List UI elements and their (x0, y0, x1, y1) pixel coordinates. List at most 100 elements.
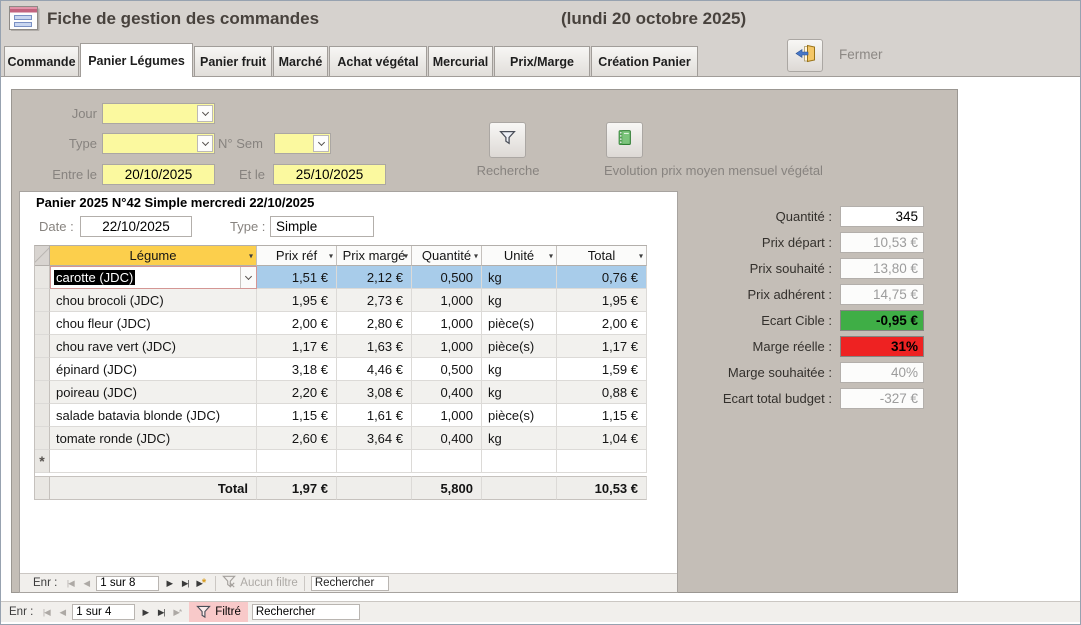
previous-record-button[interactable]: ◀ (78, 578, 94, 589)
column-header-legume[interactable]: Légume▾ (50, 246, 257, 266)
datasheet-corner-cell[interactable] (35, 246, 50, 266)
cell-legume[interactable]: chou fleur (JDC) (50, 312, 257, 335)
new-record-button[interactable]: ▶* (169, 607, 185, 618)
last-record-button[interactable]: ▶| (177, 578, 193, 589)
cell-quantite[interactable]: 0,500 (412, 358, 482, 381)
new-record-button[interactable]: ▶* (193, 577, 209, 589)
cell-prix-marge[interactable]: 1,61 € (337, 404, 412, 427)
column-header-quantite[interactable]: Quantité▾ (412, 246, 482, 266)
tab-cr-ation-panier[interactable]: Création Panier (591, 46, 698, 76)
row-selector[interactable] (35, 427, 50, 450)
date-input[interactable] (80, 216, 192, 237)
tab-commande[interactable]: Commande (4, 46, 79, 76)
chevron-down-icon[interactable] (313, 135, 329, 152)
row-selector[interactable] (35, 335, 50, 358)
cell-quantite[interactable]: 0,400 (412, 427, 482, 450)
cell-unite[interactable]: kg (482, 427, 557, 450)
cell-unite[interactable]: kg (482, 289, 557, 312)
cell-prix-marge[interactable]: 3,64 € (337, 427, 412, 450)
cell-quantite[interactable]: 1,000 (412, 289, 482, 312)
cell-total[interactable]: 1,04 € (557, 427, 647, 450)
subform-search-input[interactable] (311, 576, 389, 591)
cell-quantite[interactable] (412, 450, 482, 473)
column-dropdown-icon[interactable]: ▾ (329, 251, 333, 260)
new-record-selector[interactable]: * (35, 450, 50, 473)
cell-prix-marge[interactable]: 2,12 € (337, 266, 412, 289)
cell-legume[interactable] (50, 450, 257, 473)
cell-quantite[interactable]: 1,000 (412, 312, 482, 335)
column-dropdown-icon[interactable]: ▾ (549, 251, 553, 260)
tab-achat-v-g-tal[interactable]: Achat végétal (329, 46, 427, 76)
cell-quantite[interactable]: 1,000 (412, 335, 482, 358)
cell-unite[interactable]: kg (482, 358, 557, 381)
record-position-box[interactable] (72, 604, 135, 620)
row-selector[interactable] (35, 312, 50, 335)
cell-unite[interactable]: kg (482, 381, 557, 404)
row-selector[interactable] (35, 381, 50, 404)
cell-prix-ref[interactable]: 1,95 € (257, 289, 337, 312)
cell-unite[interactable]: pièce(s) (482, 312, 557, 335)
chevron-down-icon[interactable] (197, 105, 213, 122)
column-header-unite[interactable]: Unité▾ (482, 246, 557, 266)
cell-prix-marge[interactable]: 3,08 € (337, 381, 412, 404)
previous-record-button[interactable]: ◀ (54, 607, 70, 618)
panier-type-input[interactable] (270, 216, 374, 237)
cell-quantite[interactable]: 0,400 (412, 381, 482, 404)
tab-prix-marge[interactable]: Prix/Marge (494, 46, 590, 76)
cell-total[interactable] (557, 450, 647, 473)
cell-prix-ref[interactable] (257, 450, 337, 473)
cell-prix-ref[interactable]: 2,00 € (257, 312, 337, 335)
row-selector[interactable] (35, 289, 50, 312)
cell-legume[interactable]: tomate ronde (JDC) (50, 427, 257, 450)
cell-prix-ref[interactable]: 1,17 € (257, 335, 337, 358)
column-header-prix-marge[interactable]: Prix margé▾ (337, 246, 412, 266)
record-position-box[interactable] (96, 576, 159, 591)
cell-prix-marge[interactable]: 2,73 € (337, 289, 412, 312)
chevron-down-icon[interactable] (197, 135, 213, 152)
row-selector[interactable] (35, 266, 50, 289)
tab-mercurial[interactable]: Mercurial (428, 46, 493, 76)
close-button[interactable] (787, 39, 823, 72)
tab-panier-fruit[interactable]: Panier fruit (194, 46, 272, 76)
tab-panier-l-gumes[interactable]: Panier Légumes (80, 43, 193, 77)
next-record-button[interactable]: ▶ (161, 578, 177, 589)
cell-unite[interactable] (482, 450, 557, 473)
cell-prix-marge[interactable]: 1,63 € (337, 335, 412, 358)
column-dropdown-icon[interactable]: ▾ (404, 251, 408, 260)
search-button[interactable] (489, 122, 526, 158)
first-record-button[interactable]: |◀ (38, 607, 54, 618)
cell-quantite[interactable]: 0,500 (412, 266, 482, 289)
evolution-button[interactable] (606, 122, 643, 158)
cell-unite[interactable]: kg (482, 266, 557, 289)
cell-legume[interactable]: épinard (JDC) (50, 358, 257, 381)
jour-combo[interactable] (102, 103, 215, 124)
cell-prix-ref[interactable]: 2,60 € (257, 427, 337, 450)
legume-combo[interactable]: carotte (JDC) (50, 266, 257, 289)
sem-combo[interactable] (274, 133, 331, 154)
cell-prix-ref[interactable]: 1,15 € (257, 404, 337, 427)
cell-prix-ref[interactable]: 2,20 € (257, 381, 337, 404)
type-combo[interactable] (102, 133, 215, 154)
cell-legume[interactable]: salade batavia blonde (JDC) (50, 404, 257, 427)
cell-quantite[interactable]: 1,000 (412, 404, 482, 427)
et-le-input[interactable] (273, 164, 386, 185)
new-record-row[interactable]: * (35, 450, 647, 473)
column-dropdown-icon[interactable]: ▾ (249, 251, 253, 260)
filtered-button[interactable]: Filtré (189, 602, 248, 622)
cell-legume[interactable]: poireau (JDC) (50, 381, 257, 404)
cell-legume[interactable]: chou rave vert (JDC) (50, 335, 257, 358)
tab-march-[interactable]: Marché (273, 46, 328, 76)
no-filter-button[interactable]: Aucun filtre (240, 577, 298, 589)
last-record-button[interactable]: ▶| (153, 607, 169, 618)
cell-prix-ref[interactable]: 3,18 € (257, 358, 337, 381)
entre-le-input[interactable] (102, 164, 215, 185)
main-search-input[interactable] (252, 604, 360, 620)
cell-prix-ref[interactable]: 1,51 € (257, 266, 337, 289)
next-record-button[interactable]: ▶ (137, 607, 153, 618)
cell-prix-marge[interactable] (337, 450, 412, 473)
quantite-value[interactable]: 345 (840, 206, 924, 227)
cell-unite[interactable]: pièce(s) (482, 404, 557, 427)
cell-unite[interactable]: pièce(s) (482, 335, 557, 358)
cell-prix-marge[interactable]: 4,46 € (337, 358, 412, 381)
column-dropdown-icon[interactable]: ▾ (474, 251, 478, 260)
